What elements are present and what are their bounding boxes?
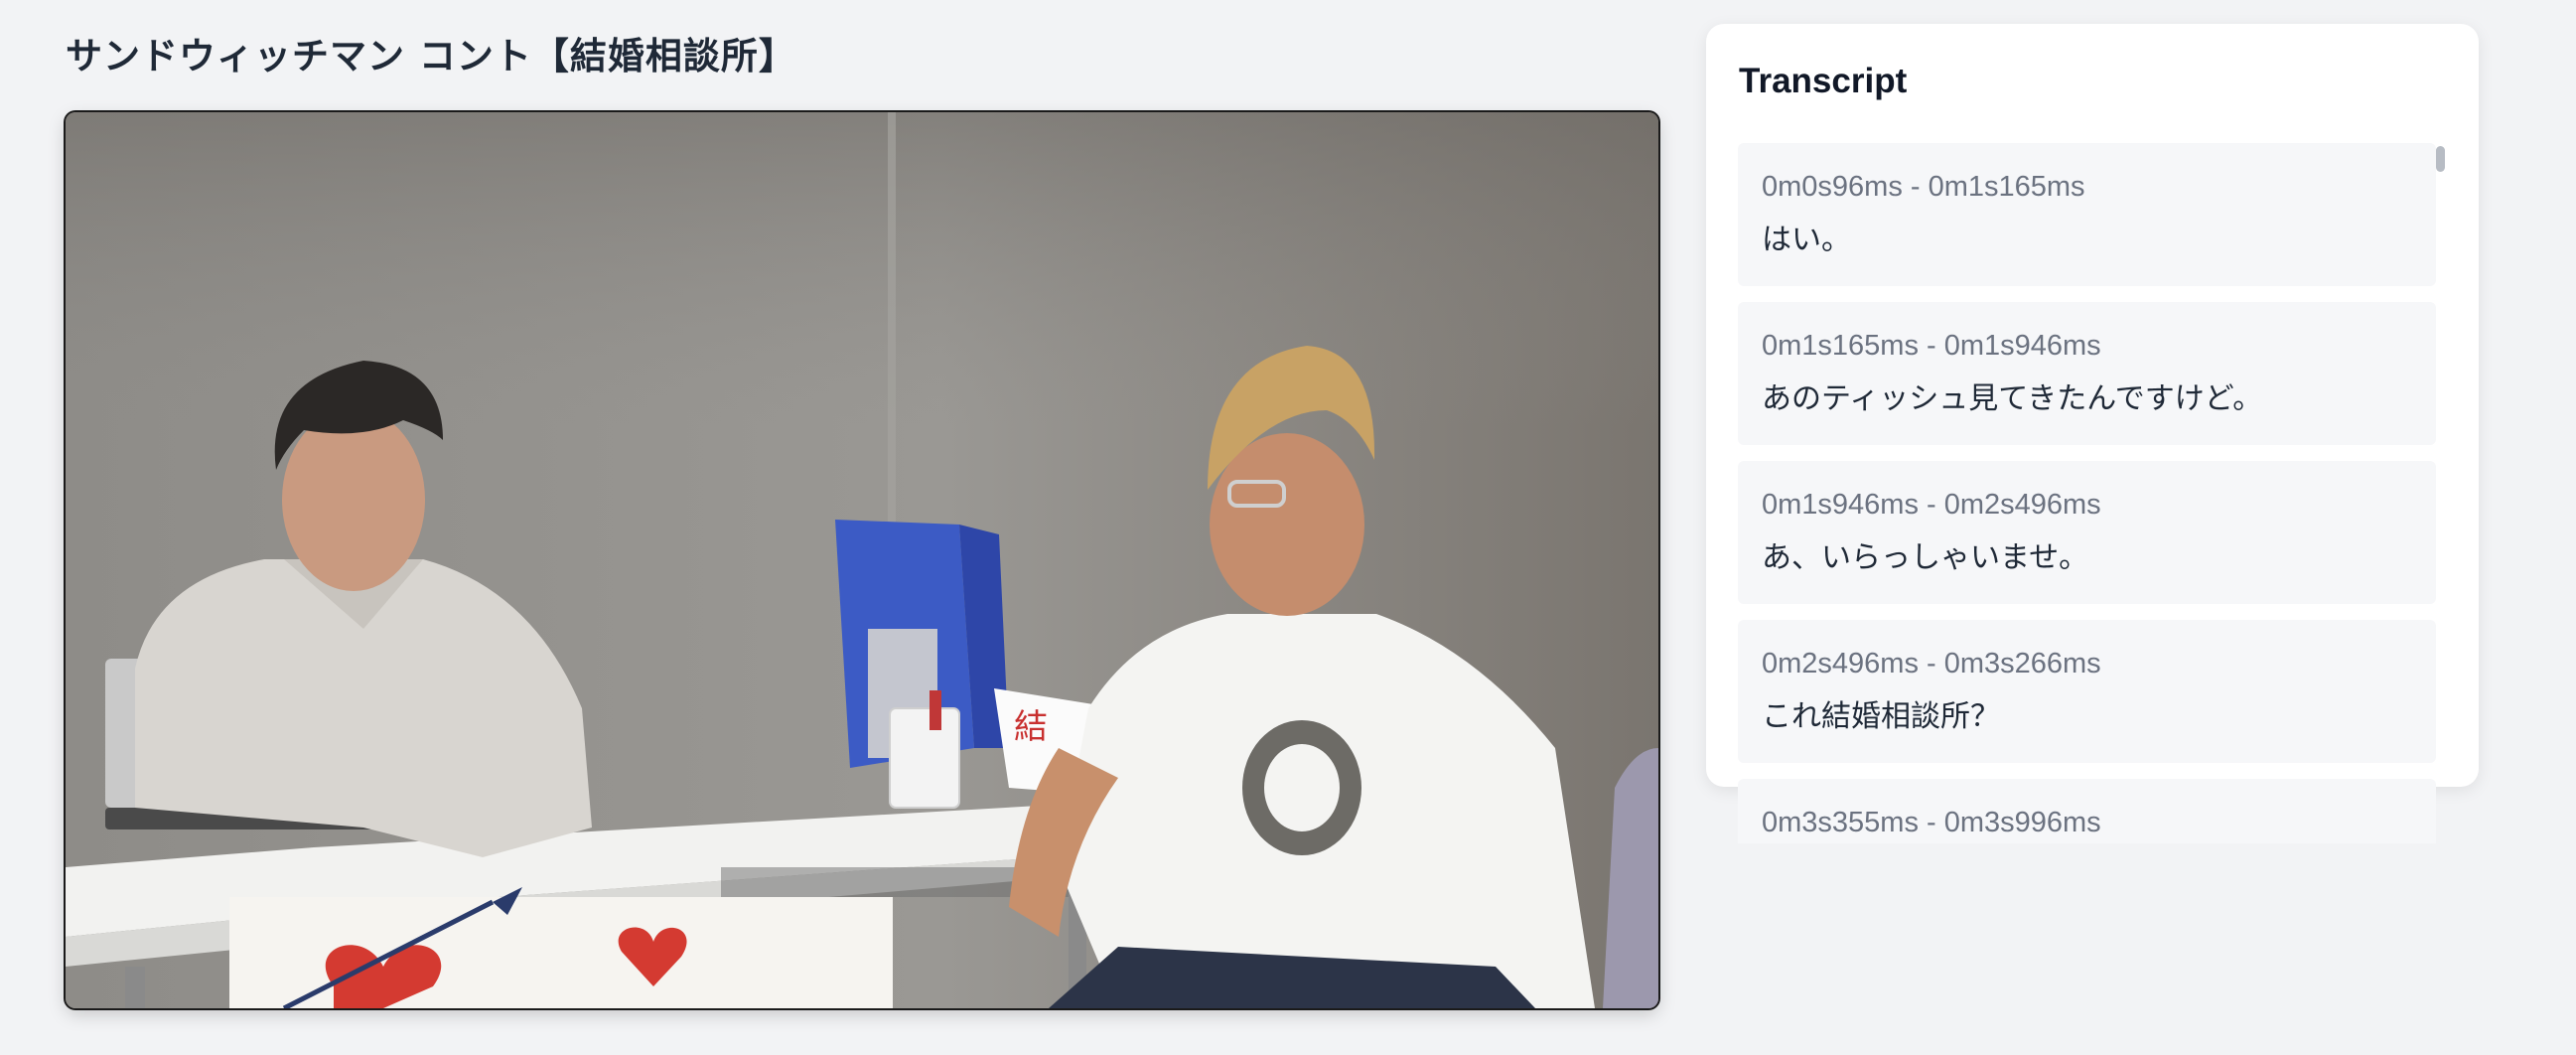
video-frame-image: 結 [66,112,1658,1008]
transcript-segment[interactable]: 0m0s96ms - 0m1s165ms はい。 [1738,143,2436,286]
segment-timestamp: 0m3s355ms - 0m3s996ms [1762,807,2101,838]
svg-text:結: 結 [1014,707,1048,747]
transcript-segment[interactable]: 0m2s496ms - 0m3s266ms これ結婚相談所？ [1738,620,2436,763]
segment-timestamp: 0m0s96ms - 0m1s165ms [1762,171,2085,203]
transcript-segment[interactable]: 0m3s355ms - 0m3s996ms [1738,779,2436,843]
transcript-title: Transcript [1739,62,1908,100]
segment-timestamp: 0m2s496ms - 0m3s266ms [1762,648,2101,679]
segment-text: あのティッシュ見てきたんですけど。 [1762,381,2263,416]
segment-timestamp: 0m1s946ms - 0m2s496ms [1762,489,2101,521]
segment-text: これ結婚相談所？ [1762,699,2000,734]
transcript-list[interactable]: 0m0s96ms - 0m1s165ms はい。 0m1s165ms - 0m1… [1738,143,2436,843]
transcript-scrollbar[interactable] [2433,143,2447,843]
transcript-segment[interactable]: 0m1s946ms - 0m2s496ms あ、いらっしゃいませ。 [1738,461,2436,604]
page-title: サンドウィッチマン コント【結婚相談所】 [66,35,796,77]
scrollbar-thumb[interactable] [2436,146,2445,172]
transcript-segment[interactable]: 0m1s165ms - 0m1s946ms あのティッシュ見てきたんですけど。 [1738,302,2436,445]
segment-timestamp: 0m1s165ms - 0m1s946ms [1762,330,2101,362]
segment-text: はい。 [1762,223,1851,257]
video-player[interactable]: 結 [66,112,1658,1008]
segment-text: あ、いらっしゃいませ。 [1762,540,2089,575]
